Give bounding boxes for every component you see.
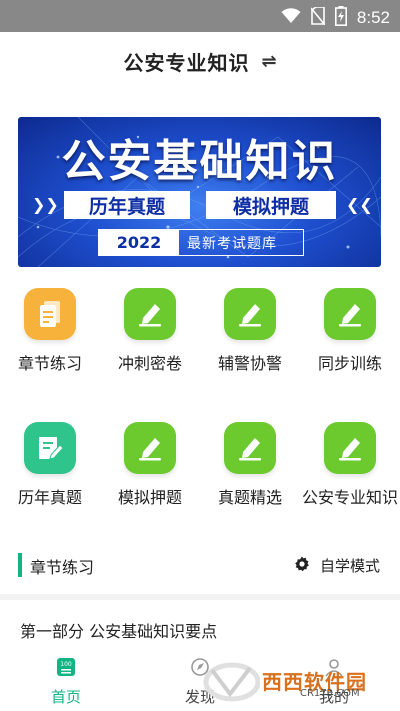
nav-home[interactable]: 100 首页	[16, 656, 116, 707]
divider	[0, 594, 400, 600]
svg-text:100: 100	[60, 661, 72, 668]
document-icon	[24, 288, 76, 340]
edit-pen-icon	[324, 422, 376, 474]
no-sim-icon	[310, 6, 326, 29]
edit-pen-icon	[324, 288, 376, 340]
watermark: 西西软件园 CR173.COM	[200, 660, 380, 702]
banner-subtitle: 最新考试题库	[187, 235, 277, 252]
grid-item-label: 辅警协警	[217, 354, 282, 373]
grid-item-past-exams[interactable]: 历年真题	[0, 422, 100, 508]
grid-item-label: 真题精选	[217, 488, 282, 507]
chapter-list-item[interactable]: 第一部分 公安基础知识要点	[20, 618, 217, 642]
grid-item-label: 章节练习	[17, 354, 82, 373]
section-accent-bar	[18, 553, 22, 577]
banner-tag-past-exams: 历年真题	[64, 191, 190, 219]
edit-pen-icon	[224, 288, 276, 340]
status-icons: 8:52	[281, 6, 390, 30]
banner-year: 2022	[99, 230, 179, 255]
grid-item-auxiliary-police[interactable]: 辅警协警	[200, 288, 300, 374]
nav-label: 首页	[50, 688, 81, 706]
grid-item-police-knowledge[interactable]: 公安专业知识	[300, 422, 400, 508]
grid-item-sync-training[interactable]: 同步训练	[300, 288, 400, 374]
status-time: 8:52	[356, 8, 390, 27]
watermark-url: CR173.COM	[300, 688, 360, 699]
grid-item-label: 同步训练	[317, 354, 382, 373]
edit-pen-icon	[224, 422, 276, 474]
gear-icon	[294, 556, 310, 576]
chevron-right-icon: ❮❮	[346, 195, 373, 214]
self-study-mode-button[interactable]: 自学模式	[294, 555, 380, 576]
wifi-icon	[281, 8, 301, 28]
banner-title: 公安基础知识	[61, 136, 338, 187]
grid-item-label: 冲刺密卷	[117, 354, 182, 373]
edit-pen-icon	[124, 288, 176, 340]
watermark-logo-icon	[203, 662, 261, 702]
promo-banner[interactable]: 公安基础知识 ❯❯ 历年真题 模拟押题 ❮❮ 2022 最新考试题库	[18, 117, 381, 267]
page-title[interactable]: 公安专业知识	[123, 47, 249, 76]
app-header: 公安专业知识 ⇌	[0, 32, 400, 90]
home-book-icon: 100	[16, 656, 116, 682]
grid-item-selected-questions[interactable]: 真题精选	[200, 422, 300, 508]
swap-icon[interactable]: ⇌	[261, 51, 276, 72]
status-bar: 8:52	[0, 0, 400, 32]
chevron-left-icon: ❯❯	[32, 195, 59, 214]
note-edit-icon	[24, 422, 76, 474]
grid-item-label: 公安专业知识	[302, 488, 399, 507]
grid-item-mock-exams[interactable]: 模拟押题	[100, 422, 200, 508]
banner-year-box: 2022 最新考试题库	[98, 229, 304, 256]
grid-item-chapter-practice[interactable]: 章节练习	[0, 288, 100, 374]
grid-item-label: 模拟押题	[117, 488, 182, 507]
section-title: 章节练习	[30, 558, 95, 577]
edit-pen-icon	[124, 422, 176, 474]
battery-charging-icon	[334, 6, 347, 30]
grid-item-sprint-papers[interactable]: 冲刺密卷	[100, 288, 200, 374]
mode-label: 自学模式	[319, 557, 380, 575]
grid-item-label: 历年真题	[17, 488, 82, 507]
banner-tag-mock-exams: 模拟押题	[206, 191, 336, 219]
section-header: 章节练习 自学模式	[0, 549, 400, 583]
